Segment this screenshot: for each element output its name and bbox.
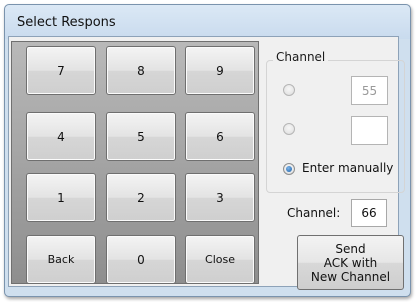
key-1[interactable]: 1	[26, 173, 96, 222]
key-0[interactable]: 0	[106, 235, 176, 284]
key-8[interactable]: 8	[106, 46, 176, 95]
key-5[interactable]: 5	[106, 112, 176, 161]
send-button-line-3: New Channel	[310, 269, 391, 284]
channel-field-label: Channel:	[287, 206, 341, 220]
title-bar[interactable]: Select Respons	[5, 5, 410, 39]
key-6[interactable]: 6	[185, 112, 255, 161]
channel-option-1-radio[interactable]	[283, 84, 295, 96]
channel-option-2-radio[interactable]	[283, 123, 295, 135]
enter-manually-label[interactable]: Enter manually	[302, 161, 393, 175]
channel-input[interactable]: 66	[351, 199, 387, 227]
key-3[interactable]: 3	[185, 173, 255, 222]
key-9[interactable]: 9	[185, 46, 255, 95]
send-ack-new-channel-button[interactable]: Send ACK with New Channel	[297, 235, 404, 290]
back-button[interactable]: Back	[26, 235, 96, 284]
channel-group-title: Channel	[273, 50, 329, 64]
send-button-line-1: Send	[335, 241, 366, 256]
channel-option-1-value: 55	[351, 76, 388, 105]
send-button-line-2: ACK with	[323, 255, 378, 270]
window-title: Select Respons	[17, 15, 116, 30]
key-2[interactable]: 2	[106, 173, 176, 222]
close-button[interactable]: Close	[185, 235, 255, 284]
key-4[interactable]: 4	[26, 112, 96, 161]
enter-manually-radio[interactable]	[283, 163, 295, 175]
key-7[interactable]: 7	[26, 46, 96, 95]
channel-option-2-value	[351, 116, 388, 145]
